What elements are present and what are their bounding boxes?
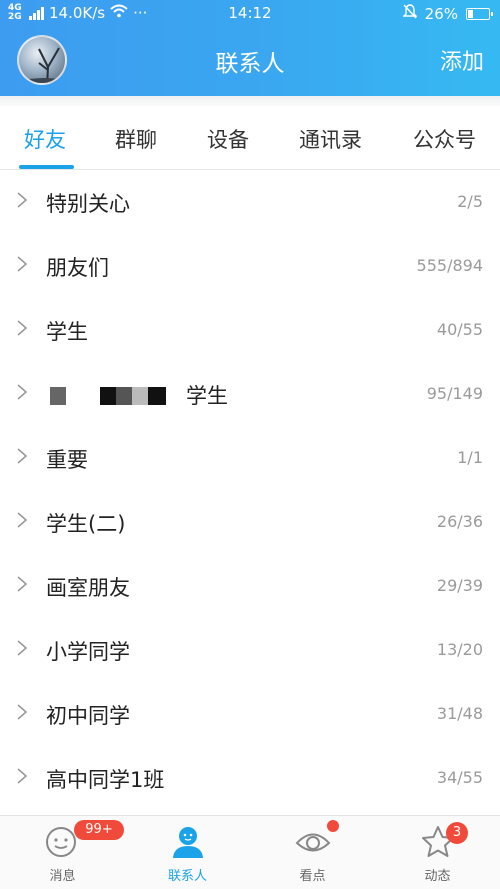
header-bar: 4G 2G 14.0K/s ··· 14:12 26% 联系人 添加 [0,0,500,96]
status-right: 26% [401,4,493,23]
group-count: 31/48 [436,704,483,723]
chevron-right-icon [17,256,28,272]
tab-groups[interactable]: 群聊 [115,124,157,154]
list-item[interactable]: 朋友们 555/894 [0,234,500,298]
nav-moments[interactable]: 3 动态 [375,816,500,889]
nav-label: 消息 [49,869,76,884]
chevron-right-icon [17,640,28,656]
chevron-right-icon [17,384,28,400]
group-name: 学生 [46,320,88,344]
group-name: 朋友们 [46,256,109,280]
nav-label: 看点 [299,869,326,884]
nav-messages[interactable]: 99+ 消息 [0,816,125,889]
redaction-block [46,386,186,406]
list-item[interactable]: 画室朋友 29/39 [0,554,500,618]
nav-label: 动态 [424,869,451,884]
tab-active-indicator [19,165,74,169]
group-name: 小学同学 [46,640,130,664]
group-name: 学生 [186,384,228,408]
header-divider [0,96,500,106]
battery-percent: 26% [424,4,458,23]
list-item[interactable]: 高中同学1班 34/55 [0,746,500,810]
nav-contacts[interactable]: 联系人 [125,816,250,889]
battery-icon [466,7,493,20]
list-item[interactable]: 特别关心 2/5 [0,170,500,234]
list-item[interactable]: 学生 95/149 [0,362,500,426]
tab-friends[interactable]: 好友 [24,124,66,154]
group-name: 重要 [46,448,88,472]
nav-discover[interactable]: 看点 [250,816,375,889]
chevron-right-icon [17,320,28,336]
group-count: 1/1 [457,448,483,467]
messages-badge: 99+ [74,820,124,840]
status-bar: 4G 2G 14.0K/s ··· 14:12 26% [0,0,500,26]
group-count: 2/5 [457,192,483,211]
list-item[interactable]: 重要 1/1 [0,426,500,490]
discover-dot [327,820,339,832]
group-count: 26/36 [436,512,483,531]
group-name-redacted: 学生 [46,380,228,410]
chevron-right-icon [17,576,28,592]
list-item[interactable]: 小学同学 13/20 [0,618,500,682]
nav-label: 联系人 [167,869,207,884]
tab-devices[interactable]: 设备 [207,124,249,154]
group-count: 95/149 [426,384,483,403]
tab-address-book[interactable]: 通讯录 [299,124,362,154]
battery-level [468,9,473,18]
moments-badge: 3 [446,822,468,844]
page-title: 联系人 [215,51,285,77]
group-name: 学生(二) [46,512,126,536]
chevron-right-icon [17,512,28,528]
group-name: 画室朋友 [46,576,130,600]
chevron-right-icon [17,448,28,464]
bell-off-icon [401,4,418,23]
group-name: 初中同学 [46,704,130,728]
chevron-right-icon [17,192,28,208]
add-button[interactable]: 添加 [440,44,484,76]
group-count: 34/55 [436,768,483,787]
chevron-right-icon [17,768,28,784]
tab-official-accounts[interactable]: 公众号 [413,124,476,154]
bottom-nav: 99+ 消息 联系人 看点 3 动态 [0,815,500,889]
group-name: 特别关心 [46,192,130,216]
chevron-right-icon [17,704,28,720]
list-item[interactable]: 初中同学 31/48 [0,682,500,746]
tab-bar: 好友 群聊 设备 通讯录 公众号 [0,106,500,170]
group-count: 40/55 [436,320,483,339]
friend-group-list: 特别关心 2/5 朋友们 555/894 学生 40/55 学生 95/149 … [0,170,500,810]
group-count: 29/39 [436,576,483,595]
group-name: 高中同学1班 [46,768,165,792]
list-item[interactable]: 学生(二) 26/36 [0,490,500,554]
group-count: 13/20 [436,640,483,659]
eye-icon [295,833,331,852]
list-item[interactable]: 学生 40/55 [0,298,500,362]
contacts-person-icon [173,827,203,858]
group-count: 555/894 [416,256,483,275]
